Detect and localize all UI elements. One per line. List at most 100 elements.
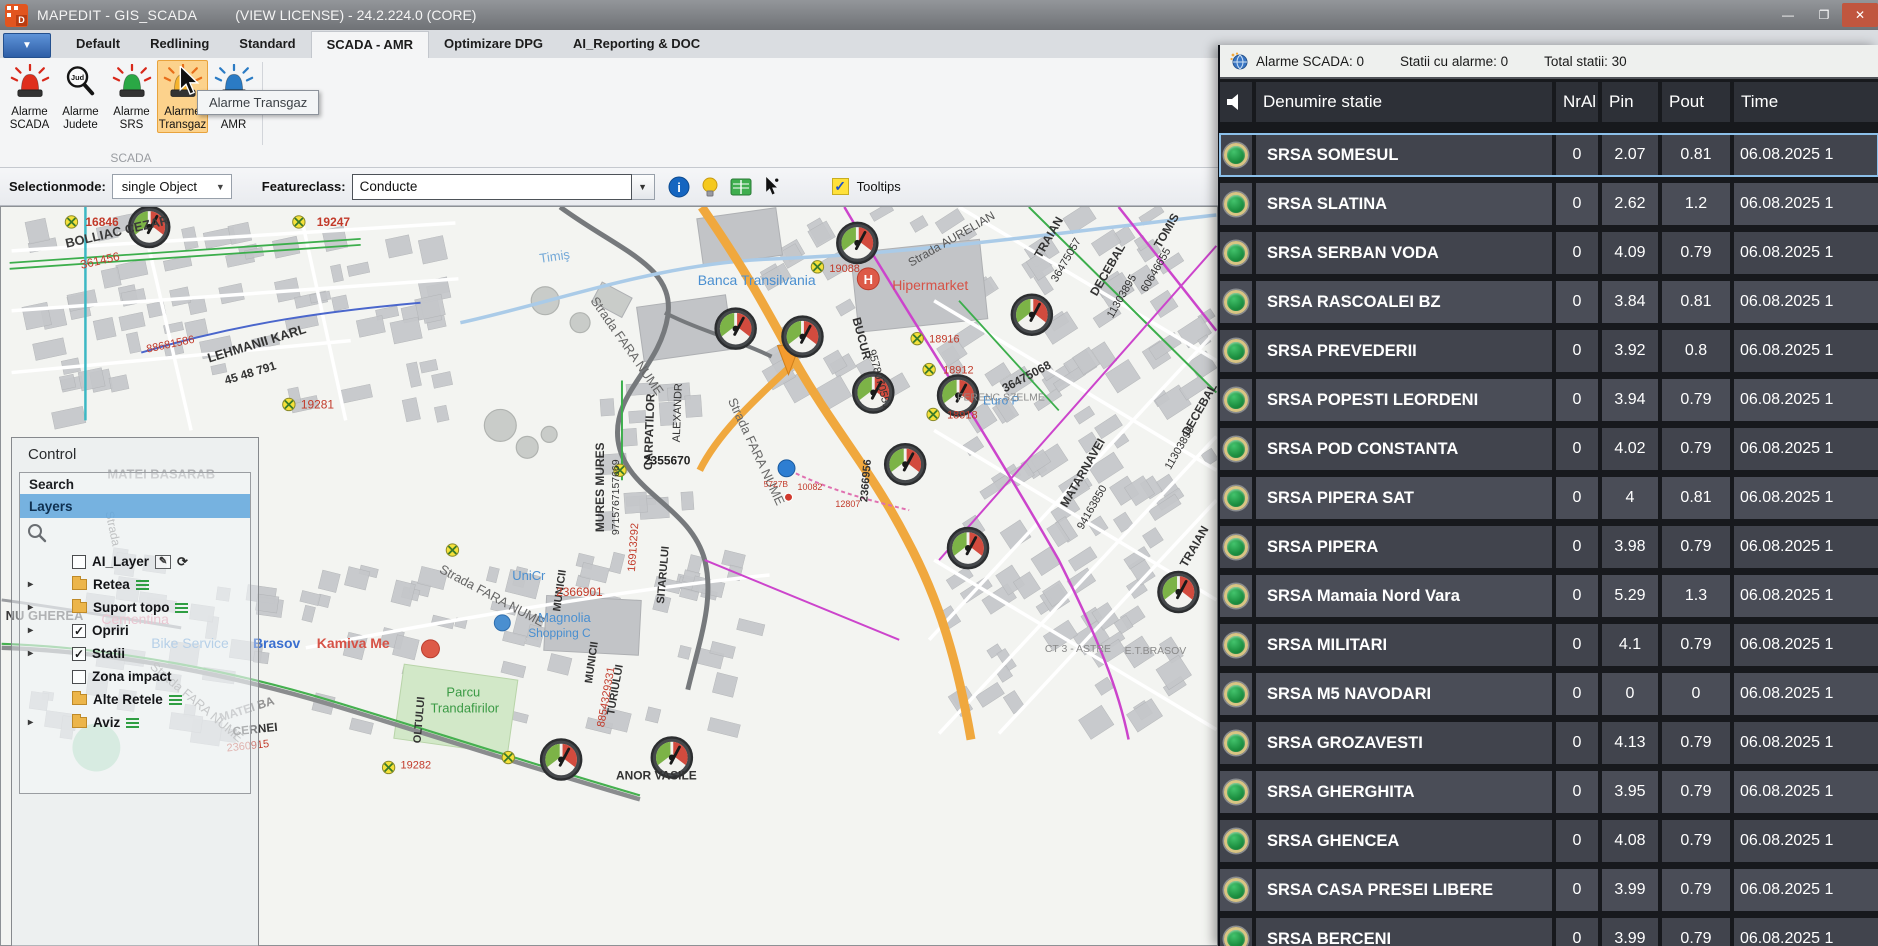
station-pin: 2.07 [1602,134,1658,176]
tab-optimizare-dpg[interactable]: Optimizare DPG [429,31,558,58]
tab-standard[interactable]: Standard [224,31,310,58]
status-led-cell [1220,918,1252,946]
station-time: 06.08.2025 1 [1734,428,1878,470]
maximize-button[interactable]: ❐ [1806,3,1842,27]
speaker-column-header[interactable] [1220,82,1252,122]
layer-item-suport-topo[interactable]: ▸Suport topo [20,596,250,619]
layer-checkbox[interactable] [72,670,86,684]
selectionmode-select[interactable]: single Object ▼ [112,174,232,199]
valve-icon [911,332,923,344]
ribbon-button-judete[interactable]: JudAlarmeJudete [55,60,106,133]
status-led-cell [1220,722,1252,764]
station-name: SRSA BERCENI [1256,918,1552,946]
layer-checkbox[interactable]: ✓ [72,647,86,661]
station-pout: 0.79 [1662,428,1730,470]
station-gauge-icon[interactable] [885,444,925,484]
status-led-cell [1220,183,1252,225]
table-row[interactable]: SRSA SOMESUL02.070.8106.08.2025 1 [1220,134,1878,176]
station-gauge-icon[interactable] [716,309,756,349]
edit-icon[interactable]: ✎ [155,555,171,569]
tooltip: Alarme Transgaz [197,90,319,115]
layer-item-opriri[interactable]: ▸✓Opriri [20,619,250,642]
station-name: SRSA POD CONSTANTA [1256,428,1552,470]
tab-scada-amr[interactable]: SCADA - AMR [311,31,429,58]
minimize-button[interactable]: — [1770,3,1806,27]
status-led-icon [1224,584,1248,608]
search-section-label[interactable]: Search [20,473,250,494]
expand-arrow-icon[interactable]: ▸ [25,625,36,636]
table-row[interactable]: SRSA GHENCEA04.080.7906.08.2025 1 [1220,820,1878,862]
layer-item-retea[interactable]: ▸Retea [20,573,250,596]
station-name: SRSA PIPERA [1256,526,1552,568]
column-header-time[interactable]: Time [1734,82,1878,122]
pointer-icon[interactable] [760,175,784,199]
station-nral: 0 [1556,722,1598,764]
layer-item-statii[interactable]: ▸ ✓ Statii [20,642,250,665]
station-gauge-icon[interactable] [1012,295,1052,335]
expand-arrow-icon[interactable]: ▸ [25,602,36,613]
table-row[interactable]: SRSA POD CONSTANTA04.020.7906.08.2025 1 [1220,428,1878,470]
station-gauge-icon[interactable] [948,528,988,568]
station-nral: 0 [1556,575,1598,617]
valve-icon [283,398,295,410]
expand-arrow-icon[interactable]: ▸ [25,717,36,728]
map-label: Banca Transilvania [698,272,816,288]
bulb-icon[interactable] [698,175,722,199]
station-name: SRSA GHERGHITA [1256,771,1552,813]
layer-item-ai-layer[interactable]: AI_Layer✎⟳ [20,550,250,573]
table-row[interactable]: SRSA PIPERA SAT040.8106.08.2025 1 [1220,477,1878,519]
tab-default[interactable]: Default [61,31,135,58]
layer-checkbox[interactable]: ✓ [72,624,86,638]
tooltips-checkbox[interactable]: ✓ [832,178,849,195]
table-row[interactable]: SRSA BERCENI03.990.7906.08.2025 1 [1220,918,1878,946]
expand-arrow-icon[interactable]: ▸ [25,579,36,590]
station-time: 06.08.2025 1 [1734,575,1878,617]
layer-label: Statii [92,646,125,661]
status-led-cell [1220,330,1252,372]
station-gauge-icon[interactable] [541,739,581,779]
search-row[interactable] [20,518,250,548]
info-icon[interactable]: i [667,175,691,199]
table-row[interactable]: SRSA PREVEDERII03.920.806.08.2025 1 [1220,330,1878,372]
station-name: SRSA PREVEDERII [1256,330,1552,372]
close-button[interactable]: ✕ [1842,3,1878,27]
featureclass-input[interactable]: Conducte [352,174,632,200]
layer-item-zona-impact[interactable]: Zona impact [20,665,250,688]
layers-selected-item[interactable]: Layers [20,494,250,518]
table-row[interactable]: SRSA GHERGHITA03.950.7906.08.2025 1 [1220,771,1878,813]
tab-redlining[interactable]: Redlining [135,31,224,58]
column-header-pout[interactable]: Pout [1662,82,1730,122]
folder-icon [72,579,87,590]
column-header-name[interactable]: Denumire statie [1256,82,1552,122]
ledger-icon[interactable] [729,175,753,199]
tab-ai-reporting-doc[interactable]: AI_Reporting & DOC [558,31,715,58]
layer-item-aviz[interactable]: ▸Aviz [20,711,250,734]
layer-item-alte-retele[interactable]: Alte Retele [20,688,250,711]
column-header-nral[interactable]: NrAl [1556,82,1598,122]
expand-arrow-icon[interactable]: ▸ [25,648,36,659]
ribbon-button-scada[interactable]: AlarmeSCADA [4,60,55,133]
refresh-icon[interactable]: ⟳ [177,554,188,570]
app-menu-button[interactable]: ▼ [3,33,51,58]
table-row[interactable]: SRSA CASA PRESEI LIBERE03.990.7906.08.20… [1220,869,1878,911]
table-row[interactable]: SRSA M5 NAVODARI00006.08.2025 1 [1220,673,1878,715]
station-name: SRSA RASCOALEI BZ [1256,281,1552,323]
table-row[interactable]: SRSA GROZAVESTI04.130.7906.08.2025 1 [1220,722,1878,764]
table-row[interactable]: SRSA Mamaia Nord Vara05.291.306.08.2025 … [1220,575,1878,617]
table-row[interactable]: SRSA MILITARI04.10.7906.08.2025 1 [1220,624,1878,666]
station-gauge-icon[interactable] [837,223,877,263]
table-row[interactable]: SRSA PIPERA03.980.7906.08.2025 1 [1220,526,1878,568]
table-row[interactable]: SRSA RASCOALEI BZ03.840.8106.08.2025 1 [1220,281,1878,323]
featureclass-dropdown-button[interactable]: ▼ [632,174,655,200]
table-row[interactable]: SRSA POPESTI LEORDENI03.940.7906.08.2025… [1220,379,1878,421]
station-gauge-icon[interactable] [782,317,822,357]
ribbon-button-srs[interactable]: AlarmeSRS [106,60,157,133]
station-gauge-icon[interactable] [1158,572,1198,612]
layer-checkbox[interactable] [72,555,86,569]
total-statii-count: Total statii: 30 [1544,54,1627,69]
station-pin: 4.02 [1602,428,1658,470]
layer-label: Zona impact [92,669,172,684]
table-row[interactable]: SRSA SERBAN VODA04.090.7906.08.2025 1 [1220,232,1878,274]
column-header-pin[interactable]: Pin [1602,82,1658,122]
table-row[interactable]: SRSA SLATINA02.621.206.08.2025 1 [1220,183,1878,225]
